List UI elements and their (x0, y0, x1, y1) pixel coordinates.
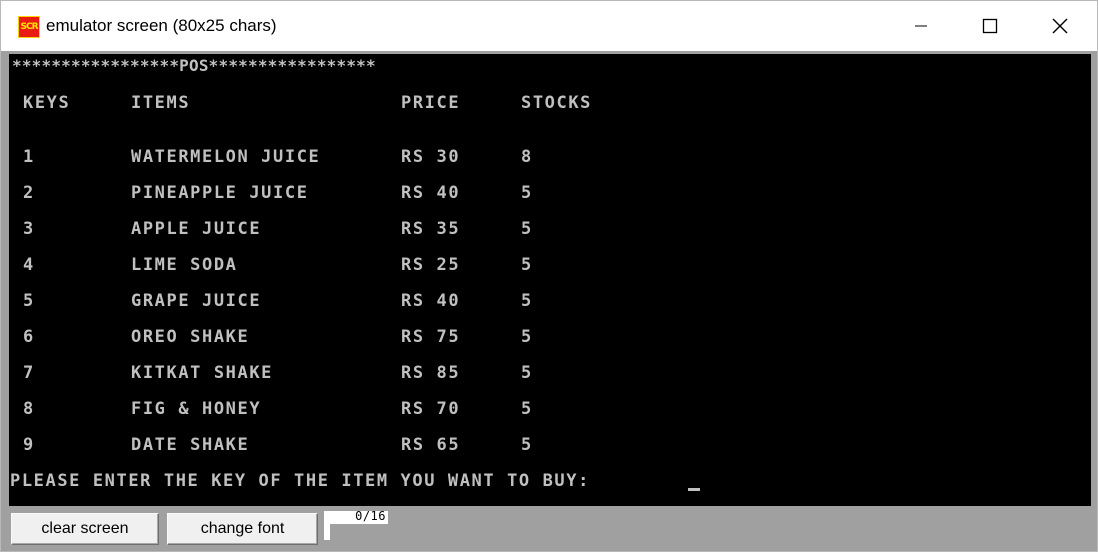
row-key: 8 (23, 399, 35, 419)
row-key: 5 (23, 291, 35, 311)
row-key: 3 (23, 219, 35, 239)
row-price: RS 70 (401, 399, 461, 419)
close-button[interactable] (1026, 1, 1094, 51)
header-keys: KEYS (23, 93, 71, 113)
header-price: PRICE (401, 93, 461, 113)
row-item: APPLE JUICE (131, 219, 262, 239)
row-stock: 5 (521, 291, 533, 311)
emulator-frame: *****************POS***************** KE… (1, 51, 1097, 551)
header-stocks: STOCKS (521, 93, 593, 113)
minimize-button[interactable] (887, 1, 955, 51)
row-price: RS 85 (401, 363, 461, 383)
row-price: RS 35 (401, 219, 461, 239)
clear-screen-button[interactable]: clear screen (11, 513, 159, 545)
emulator-window: SCR emulator screen (80x25 chars) ******… (0, 0, 1098, 552)
header-items: ITEMS (131, 93, 191, 113)
input-prompt: PLEASE ENTER THE KEY OF THE ITEM YOU WAN… (10, 471, 590, 491)
row-key: 1 (23, 147, 35, 167)
row-price: RS 25 (401, 255, 461, 275)
row-key: 2 (23, 183, 35, 203)
row-price: RS 75 (401, 327, 461, 347)
row-stock: 5 (521, 363, 533, 383)
emulator-app-icon[interactable]: SCR (18, 16, 40, 38)
buffer-counter: 0/16 (324, 509, 388, 524)
maximize-button[interactable] (956, 1, 1024, 51)
row-price: RS 40 (401, 183, 461, 203)
change-font-button[interactable]: change font (167, 513, 318, 545)
minimize-icon (915, 25, 927, 27)
row-key: 7 (23, 363, 35, 383)
maximize-icon (982, 18, 998, 34)
row-stock: 5 (521, 183, 533, 203)
row-key: 6 (23, 327, 35, 347)
row-key: 9 (23, 435, 35, 455)
row-stock: 5 (521, 399, 533, 419)
close-icon (1052, 18, 1068, 34)
title-bar[interactable]: SCR emulator screen (80x25 chars) (1, 1, 1097, 51)
row-item: WATERMELON JUICE (131, 147, 321, 167)
row-stock: 8 (521, 147, 533, 167)
pos-banner: *****************POS***************** (12, 56, 376, 75)
row-item: PINEAPPLE JUICE (131, 183, 309, 203)
row-item: LIME SODA (131, 255, 238, 275)
window-title: emulator screen (80x25 chars) (46, 16, 277, 35)
console-screen[interactable]: *****************POS***************** KE… (9, 54, 1091, 506)
row-item: FIG & HONEY (131, 399, 262, 419)
row-price: RS 30 (401, 147, 461, 167)
row-price: RS 65 (401, 435, 461, 455)
text-cursor (688, 488, 700, 491)
row-item: OREO SHAKE (131, 327, 250, 347)
buffer-counter-text: 0/16 (355, 509, 386, 523)
row-item: GRAPE JUICE (131, 291, 262, 311)
row-key: 4 (23, 255, 35, 275)
buffer-level-bar (324, 524, 330, 540)
row-item: KITKAT SHAKE (131, 363, 274, 383)
row-price: RS 40 (401, 291, 461, 311)
row-stock: 5 (521, 219, 533, 239)
row-item: DATE SHAKE (131, 435, 250, 455)
row-stock: 5 (521, 435, 533, 455)
row-stock: 5 (521, 255, 533, 275)
row-stock: 5 (521, 327, 533, 347)
